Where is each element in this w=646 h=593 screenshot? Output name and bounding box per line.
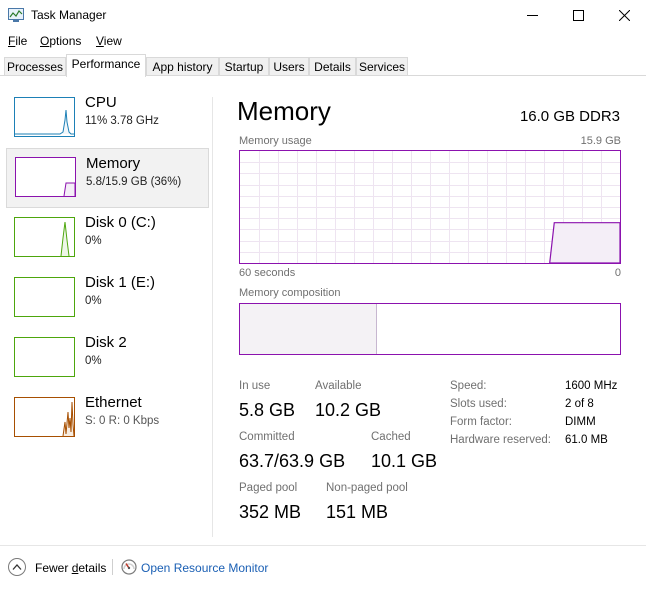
maximize-button[interactable] — [555, 0, 601, 30]
sidebar-item-label: Ethernet — [85, 394, 142, 411]
minimize-button[interactable] — [509, 0, 555, 30]
cpu-thumbnail-graph — [14, 97, 75, 137]
paged-pool-label: Paged pool — [239, 482, 298, 494]
sidebar-item-detail: 0% — [85, 355, 102, 367]
memory-sparkline — [63, 182, 75, 196]
sidebar-item-label: Memory — [86, 155, 141, 172]
cached-value: 10.1 GB — [371, 451, 438, 471]
footer-separator — [112, 559, 113, 575]
available-value: 10.2 GB — [315, 400, 382, 420]
tab-startup[interactable]: Startup — [219, 57, 269, 76]
fewer-details-button[interactable] — [8, 558, 26, 576]
tab-performance[interactable]: Performance — [66, 54, 146, 77]
available-label: Available — [315, 380, 362, 392]
title-bar: Task Manager — [0, 0, 646, 30]
memory-usage-label: Memory usage — [239, 135, 312, 147]
memory-usage-max: 15.9 GB — [580, 135, 621, 147]
committed-label: Committed — [239, 431, 295, 443]
sidebar-item-disk-0[interactable]: Disk 0 (C:) 0% — [6, 213, 209, 271]
sidebar-item-disk-2[interactable]: Disk 2 0% — [6, 333, 209, 391]
composition-in-use-segment — [240, 304, 377, 354]
form-factor-value: DIMM — [565, 416, 596, 428]
in-use-label: In use — [239, 380, 271, 392]
cpu-sparkline — [15, 109, 74, 135]
tab-users[interactable]: Users — [269, 57, 309, 76]
window-title: Task Manager — [31, 8, 107, 22]
menu-view[interactable]: View — [96, 34, 122, 48]
disk0-thumbnail-graph — [14, 217, 75, 257]
memory-thumbnail-graph — [15, 157, 76, 197]
slots-used-value: 2 of 8 — [565, 398, 594, 410]
menu-bar: File Options View — [0, 32, 646, 52]
memory-usage-plot — [240, 151, 620, 263]
memory-usage-area — [549, 222, 620, 263]
sidebar-item-ethernet[interactable]: Ethernet S: 0 R: 0 Kbps — [6, 393, 209, 451]
slots-used-label: Slots used: — [450, 398, 507, 410]
disk1-thumbnail-graph — [14, 277, 75, 317]
fewer-details-link[interactable]: Fewer details — [35, 561, 106, 575]
close-button[interactable] — [601, 0, 646, 30]
chevron-up-icon — [12, 564, 22, 570]
speed-label: Speed: — [450, 380, 487, 392]
close-icon — [618, 9, 630, 21]
memory-composition-label: Memory composition — [239, 287, 341, 299]
open-resource-monitor-link[interactable]: Open Resource Monitor — [141, 561, 268, 575]
menu-options[interactable]: Options — [40, 34, 81, 48]
tab-processes[interactable]: Processes — [4, 57, 66, 76]
footer-divider — [0, 545, 646, 546]
sidebar-item-label: Disk 2 — [85, 334, 127, 351]
non-paged-pool-label: Non-paged pool — [326, 482, 408, 494]
sidebar-item-detail: 5.8/15.9 GB (36%) — [86, 176, 182, 188]
memory-usage-graph — [239, 150, 621, 264]
disk2-thumbnail-graph — [14, 337, 75, 377]
resource-list: CPU 11% 3.78 GHz Memory 5.8/15.9 GB (36%… — [0, 77, 212, 537]
page-title: Memory — [237, 96, 331, 126]
sidebar-item-memory[interactable]: Memory 5.8/15.9 GB (36%) — [6, 148, 209, 208]
sidebar-item-cpu[interactable]: CPU 11% 3.78 GHz — [6, 93, 209, 151]
memory-spec: 16.0 GB DDR3 — [519, 108, 620, 125]
committed-value: 63.7/63.9 GB — [239, 451, 346, 471]
sidebar-item-detail: S: 0 R: 0 Kbps — [85, 415, 160, 427]
sidebar-item-detail: 11% 3.78 GHz — [85, 115, 159, 127]
cached-label: Cached — [371, 431, 411, 443]
sidebar-item-detail: 0% — [85, 295, 102, 307]
ethernet-thumbnail-graph — [14, 397, 75, 437]
disk0-sparkline — [60, 221, 70, 256]
hardware-reserved-label: Hardware reserved: — [450, 434, 551, 446]
sidebar-item-label: Disk 0 (C:) — [85, 214, 156, 231]
task-manager-app-icon — [8, 8, 24, 22]
hardware-reserved-value: 61.0 MB — [565, 434, 608, 446]
sidebar-item-label: Disk 1 (E:) — [85, 274, 156, 291]
time-end-label: 0 — [614, 267, 621, 279]
in-use-value: 5.8 GB — [239, 400, 296, 420]
tab-strip: Processes Performance App history Startu… — [0, 54, 646, 77]
speed-value: 1600 MHz — [565, 380, 618, 392]
sidebar-item-disk-1[interactable]: Disk 1 (E:) 0% — [6, 273, 209, 331]
maximize-icon — [572, 9, 584, 21]
time-span-label: 60 seconds — [239, 267, 296, 279]
ethernet-sparkline — [62, 401, 74, 436]
menu-file[interactable]: File — [8, 34, 27, 48]
sidebar-item-label: CPU — [85, 94, 117, 111]
minimize-icon — [526, 14, 538, 16]
form-factor-label: Form factor: — [450, 416, 512, 428]
resource-monitor-icon — [121, 559, 137, 575]
paged-pool-value: 352 MB — [239, 502, 302, 522]
non-paged-pool-value: 151 MB — [326, 502, 389, 522]
tab-details[interactable]: Details — [309, 57, 356, 76]
sidebar-item-detail: 0% — [85, 235, 102, 247]
tab-services[interactable]: Services — [356, 57, 408, 76]
memory-composition-bar — [239, 303, 621, 355]
tab-app-history[interactable]: App history — [146, 57, 219, 76]
panel-divider — [212, 97, 213, 537]
